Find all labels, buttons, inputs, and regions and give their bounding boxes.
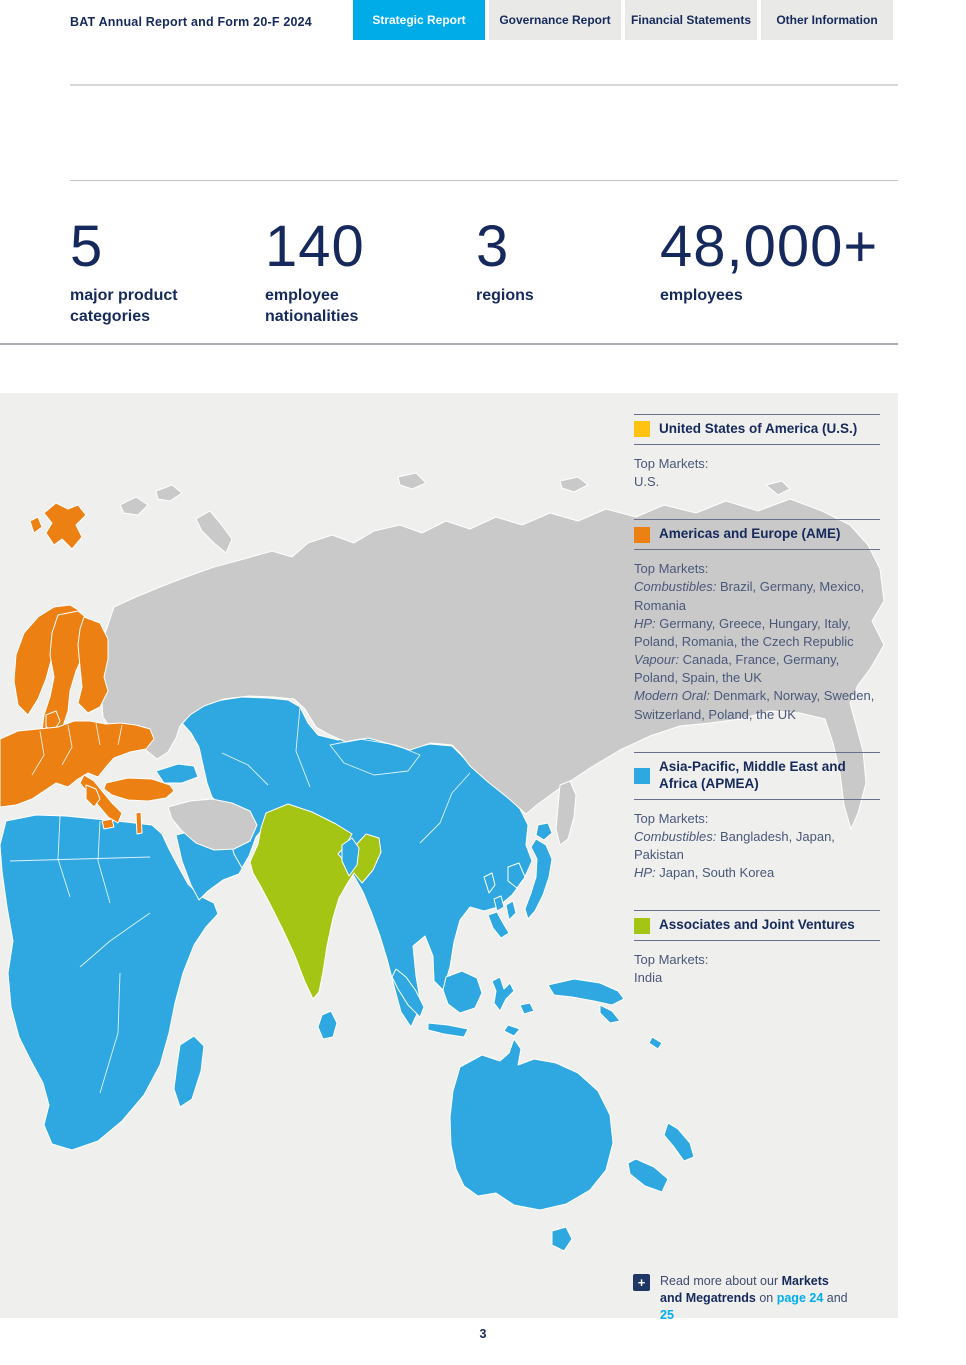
legend-detail-line: Modern Oral: Denmark, Norway, Sweden, Sw… [634,687,880,723]
legend-details: Top Markets:India [634,951,880,987]
stat-item: 140 employee nationalities [265,218,365,327]
legend-item: Asia-Pacific, Middle East and Africa (AP… [634,752,880,883]
tab-governance-report[interactable]: Governance Report [489,0,621,40]
legend-swatch-apmea [634,768,650,784]
plus-icon[interactable]: + [633,1274,650,1291]
read-more-text: Read more about our Markets and Megatren… [660,1273,853,1324]
stat-value: 5 [70,218,178,276]
page-link[interactable]: page 24 [777,1291,824,1305]
stat-value: 140 [265,218,365,276]
legend-detail-line: Top Markets: [634,951,880,969]
legend-detail-line: Vapour: Canada, France, Germany, Poland,… [634,651,880,687]
legend-detail-line: Combustibles: Brazil, Germany, Mexico, R… [634,578,880,614]
key-stats: 5 major product categories 140 employee nat… [0,218,898,328]
country-israel [136,812,142,834]
read-more-segment: and [823,1291,847,1305]
stat-item: 5 major product categories [70,218,178,327]
legend-title: Associates and Joint Ventures [659,917,855,934]
stat-value: 3 [476,218,534,276]
divider-upper [70,180,898,181]
legend-detail-line: India [634,969,880,987]
map-legend: United States of America (U.S.) Top Marke… [634,414,880,1016]
legend-item: Associates and Joint Ventures Top Markets… [634,910,880,987]
tab-financial-statements[interactable]: Financial Statements [625,0,757,40]
legend-item: Americas and Europe (AME) Top Markets:Com… [634,519,880,724]
legend-details: Top Markets:U.S. [634,455,880,491]
legend-detail-line: Top Markets: [634,560,880,578]
read-more-segment: on [756,1291,777,1305]
legend-detail-line: Top Markets: [634,455,880,473]
legend-detail-line: HP: Japan, South Korea [634,864,880,882]
legend-details: Top Markets:Combustibles: Brazil, German… [634,560,880,724]
stat-value: 48,000+ [660,218,878,276]
page-link[interactable]: 25 [660,1308,674,1322]
divider-stats-bottom [0,343,898,345]
legend-header: Americas and Europe (AME) [634,519,880,550]
report-page: BAT Annual Report and Form 20-F 2024 Str… [0,0,966,1365]
legend-header: Associates and Joint Ventures [634,910,880,941]
legend-swatch-ame [634,527,650,543]
stat-label: major product categories [70,285,178,327]
page-number: 3 [0,1327,966,1341]
legend-detail-line: Combustibles: Bangladesh, Japan, Pakista… [634,828,880,864]
read-more-callout: + Read more about our Markets and Megatr… [633,1273,853,1324]
legend-title: United States of America (U.S.) [659,421,857,438]
legend-detail-line: Top Markets: [634,810,880,828]
legend-header: United States of America (U.S.) [634,414,880,445]
legend-swatch-us [634,421,650,437]
stat-item: 3 regions [476,218,534,306]
tab-other-information[interactable]: Other Information [761,0,893,40]
document-title: BAT Annual Report and Form 20-F 2024 [70,15,312,29]
legend-details: Top Markets:Combustibles: Bangladesh, Ja… [634,810,880,883]
legend-header: Asia-Pacific, Middle East and Africa (AP… [634,752,880,800]
country-finland [78,617,108,713]
report-tabs: Strategic ReportGovernance ReportFinanci… [353,0,893,40]
legend-detail-line: U.S. [634,473,880,491]
stat-label: regions [476,285,534,306]
legend-detail-line: HP: Germany, Greece, Hungary, Italy, Pol… [634,615,880,651]
legend-item: United States of America (U.S.) Top Marke… [634,414,880,491]
stat-item: 48,000+ employees [660,218,878,306]
read-more-segment: Read more about our [660,1274,782,1288]
divider-top [70,84,898,86]
stat-label: employee nationalities [265,285,365,327]
legend-swatch-associates [634,918,650,934]
legend-title: Americas and Europe (AME) [659,526,841,543]
tab-strategic-report[interactable]: Strategic Report [353,0,485,40]
stat-label: employees [660,285,878,306]
legend-title: Asia-Pacific, Middle East and Africa (AP… [659,759,880,793]
world-map-section: United States of America (U.S.) Top Marke… [0,393,898,1318]
